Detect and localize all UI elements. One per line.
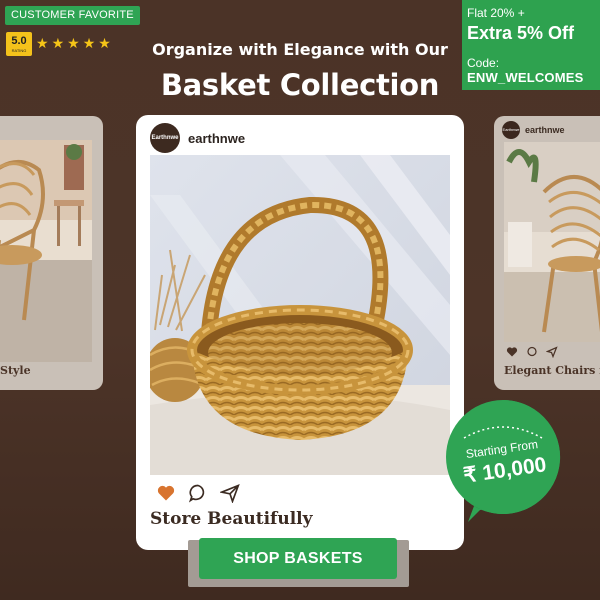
right-card-header: Earthnwe earthnwe (502, 121, 565, 139)
share-icon[interactable] (546, 346, 558, 358)
customer-favorite-badge: CUSTOMER FAVORITE (5, 6, 140, 25)
page-subtitle: Organize with Elegance with Our (152, 40, 448, 59)
left-preview-card[interactable]: Style (0, 116, 103, 390)
post-actions (156, 483, 240, 504)
brand-name: earthnwe (525, 125, 565, 135)
comment-icon[interactable] (188, 483, 208, 503)
chair-photo (504, 142, 600, 342)
chair-photo (0, 140, 92, 362)
heart-icon[interactable] (506, 346, 518, 358)
heart-icon[interactable] (156, 483, 176, 503)
left-card-caption: Style (0, 364, 31, 377)
right-preview-card[interactable]: Earthnwe earthnwe Elegant Chairs f (494, 116, 600, 390)
avatar: Earthnwe (502, 121, 520, 139)
offer-line-1: Flat 20% + (467, 6, 525, 20)
shop-baskets-button[interactable]: SHOP BASKETS (199, 538, 397, 579)
avatar[interactable]: Earthnwe (150, 123, 180, 153)
page-title: Basket Collection (160, 68, 440, 102)
brand-name[interactable]: earthnwe (188, 131, 245, 146)
right-card-caption: Elegant Chairs f (504, 364, 600, 377)
post-header: Earthnwe earthnwe (150, 123, 245, 153)
basket-photo (150, 155, 450, 475)
post-caption: Store Beautifully (150, 509, 313, 529)
right-card-actions (506, 346, 558, 358)
comment-icon[interactable] (526, 346, 538, 358)
main-post-card: Earthnwe earthnwe Store Beautifully (136, 115, 464, 550)
share-icon[interactable] (218, 483, 240, 504)
price-sticker: Starting From ₹ 10,000 (444, 398, 562, 524)
